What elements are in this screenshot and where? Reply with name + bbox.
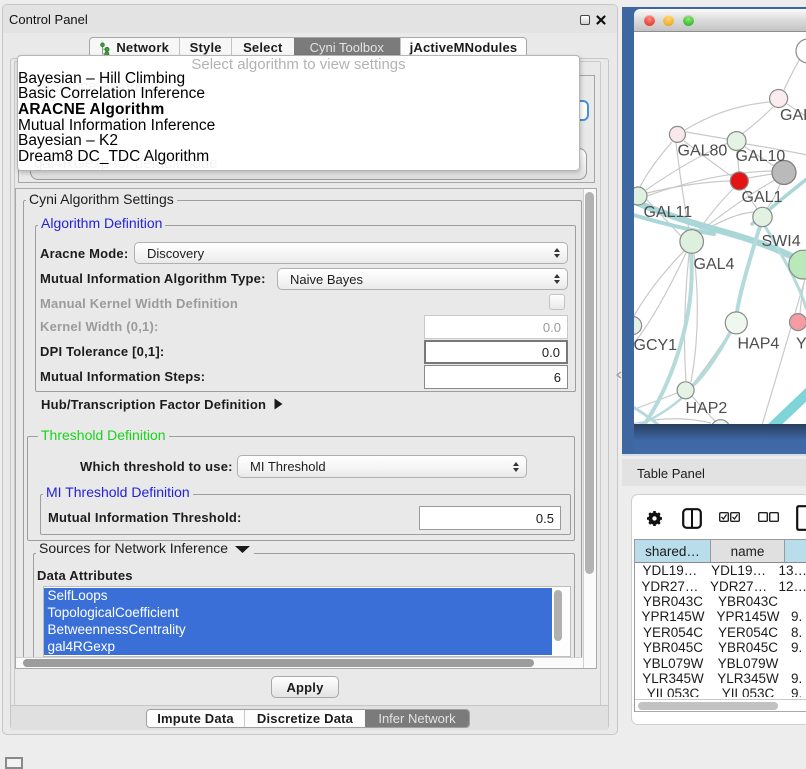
svg-text:HAP4: HAP4 xyxy=(738,336,780,353)
svg-text:GAL7: GAL7 xyxy=(780,107,806,124)
svg-text:YM: YM xyxy=(796,336,806,353)
svg-text:SWI4: SWI4 xyxy=(762,233,801,250)
svg-text:HAP2: HAP2 xyxy=(686,400,728,417)
svg-text:GAL80: GAL80 xyxy=(678,143,728,160)
svg-text:GAL10: GAL10 xyxy=(736,148,786,165)
svg-text:GAL1: GAL1 xyxy=(742,189,783,206)
svg-text:GAL11: GAL11 xyxy=(644,204,693,221)
svg-text:GAL4: GAL4 xyxy=(694,256,735,273)
svg-text:GCY1: GCY1 xyxy=(634,337,677,354)
